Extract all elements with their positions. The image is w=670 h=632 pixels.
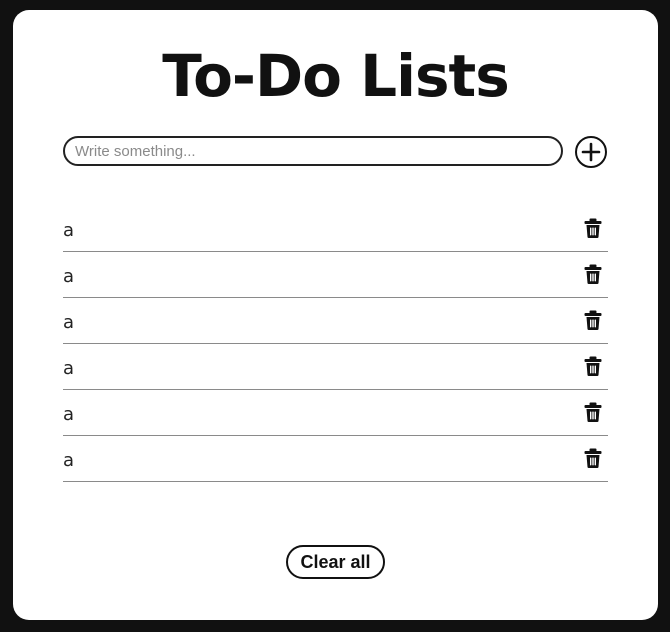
todo-item-text: a: [63, 404, 75, 425]
todo-list: a a a a a a: [63, 206, 608, 482]
page-title: To-Do Lists: [162, 42, 510, 110]
todo-card: To-Do Lists a a a a a a Clear all: [13, 10, 658, 620]
trash-icon: [584, 310, 602, 330]
trash-icon: [584, 264, 602, 284]
todo-item[interactable]: a: [63, 344, 608, 390]
delete-button[interactable]: [582, 355, 604, 377]
plus-icon: [581, 142, 601, 162]
todo-item-text: a: [63, 266, 75, 287]
todo-item-text: a: [63, 220, 75, 241]
trash-icon: [584, 356, 602, 376]
delete-button[interactable]: [582, 401, 604, 423]
todo-item[interactable]: a: [63, 390, 608, 436]
delete-button[interactable]: [582, 447, 604, 469]
delete-button[interactable]: [582, 309, 604, 331]
trash-icon: [584, 402, 602, 422]
todo-item-text: a: [63, 358, 75, 379]
todo-item[interactable]: a: [63, 252, 608, 298]
todo-item-text: a: [63, 450, 75, 471]
input-row: [63, 136, 608, 168]
trash-icon: [584, 448, 602, 468]
delete-button[interactable]: [582, 217, 604, 239]
todo-item[interactable]: a: [63, 436, 608, 482]
add-button[interactable]: [575, 136, 607, 168]
todo-item-text: a: [63, 312, 75, 333]
delete-button[interactable]: [582, 263, 604, 285]
todo-item[interactable]: a: [63, 298, 608, 344]
todo-item[interactable]: a: [63, 206, 608, 252]
todo-input[interactable]: [63, 136, 563, 166]
clear-all-button[interactable]: Clear all: [286, 545, 385, 579]
trash-icon: [584, 218, 602, 238]
